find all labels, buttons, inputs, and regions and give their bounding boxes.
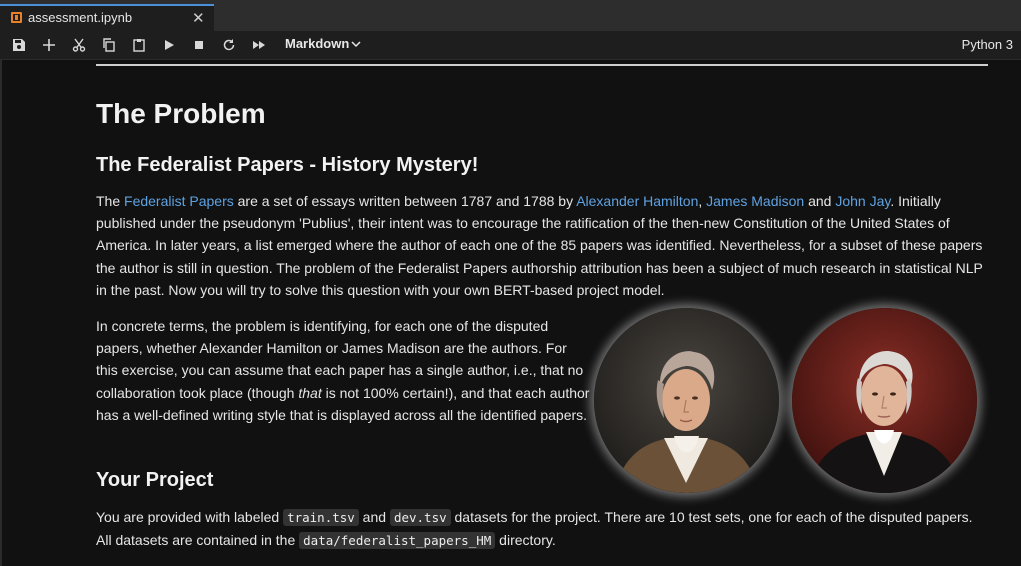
paste-icon[interactable] xyxy=(131,37,147,53)
text-span: The xyxy=(96,193,125,209)
dev-file-code: dev.tsv xyxy=(389,509,451,526)
notebook-tab[interactable]: assessment.ipynb ✕ xyxy=(0,4,214,31)
cell-type-label: Markdown xyxy=(285,36,350,51)
tab-title: assessment.ipynb xyxy=(28,10,133,25)
stop-icon[interactable] xyxy=(191,37,207,53)
text-span: and xyxy=(804,193,836,209)
restart-icon[interactable] xyxy=(221,37,237,53)
project-heading: Your Project xyxy=(96,469,214,491)
hamilton-portrait xyxy=(594,308,779,493)
section-heading: The Federalist Papers - History Mystery! xyxy=(96,154,479,176)
train-file-code: train.tsv xyxy=(283,509,359,526)
cell-type-dropdown[interactable]: Markdown xyxy=(285,36,361,51)
horizontal-rule xyxy=(96,64,988,66)
notebook-panel: The Problem The Federalist Papers - Hist… xyxy=(0,60,1021,566)
text-span: directory. xyxy=(495,532,556,548)
alexander-hamilton-link[interactable]: Alexander Hamilton xyxy=(576,193,698,209)
james-madison-link[interactable]: James Madison xyxy=(706,193,804,209)
notebook-toolbar: Markdown Python 3 xyxy=(0,31,1021,60)
close-icon[interactable]: ✕ xyxy=(192,9,205,27)
john-jay-link[interactable]: John Jay xyxy=(835,193,890,209)
emphasis-text: that xyxy=(298,384,322,401)
text-span: and xyxy=(358,509,390,525)
save-icon[interactable] xyxy=(11,37,27,53)
cut-icon[interactable] xyxy=(71,37,87,53)
intro-paragraph: The Federalist Papers are a set of essay… xyxy=(96,190,988,301)
copy-icon[interactable] xyxy=(101,37,117,53)
madison-portrait xyxy=(792,308,977,493)
kernel-name[interactable]: Python 3 xyxy=(962,37,1013,52)
run-icon[interactable] xyxy=(161,37,177,53)
data-directory-code: data/federalist_papers_HM xyxy=(299,532,496,549)
chevron-down-icon xyxy=(351,41,361,48)
text-span: , xyxy=(698,193,707,209)
problem-paragraph: In concrete terms, the problem is identi… xyxy=(96,315,591,426)
add-cell-icon[interactable] xyxy=(41,37,57,53)
run-all-icon[interactable] xyxy=(251,37,267,53)
text-span: are a set of essays written between 1787… xyxy=(233,193,577,209)
federalist-papers-link[interactable]: Federalist Papers xyxy=(124,193,234,209)
project-paragraph: You are provided with labeled train.tsv … xyxy=(96,506,988,552)
text-span: You are provided with labeled xyxy=(96,509,284,525)
page-title: The Problem xyxy=(96,98,266,129)
tab-bar: assessment.ipynb ✕ xyxy=(0,0,1021,31)
notebook-icon xyxy=(11,12,22,23)
